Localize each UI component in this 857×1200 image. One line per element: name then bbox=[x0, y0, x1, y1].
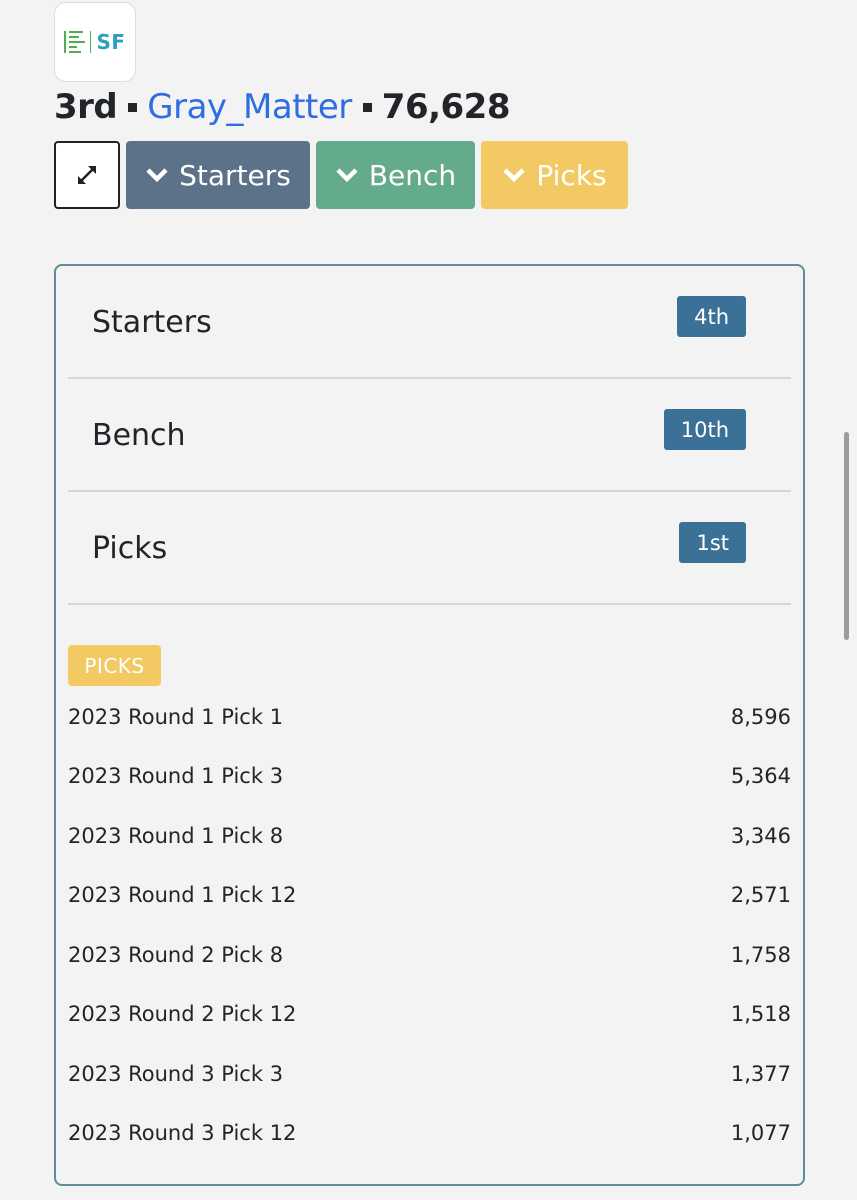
chevron-down-icon bbox=[502, 167, 526, 183]
list-item: 2023 Round 2 Pick 8 1,758 bbox=[68, 925, 791, 985]
picks-list: 2023 Round 1 Pick 1 8,596 2023 Round 1 P… bbox=[68, 687, 791, 1163]
pick-name: 2023 Round 2 Pick 8 bbox=[68, 942, 284, 967]
picks-button-label: Picks bbox=[536, 158, 607, 192]
category-label: Picks bbox=[92, 531, 168, 566]
pick-name: 2023 Round 2 Pick 12 bbox=[68, 1002, 297, 1027]
bench-toggle-button[interactable]: Bench bbox=[316, 141, 475, 209]
category-label: Starters bbox=[92, 305, 212, 340]
starters-button-label: Starters bbox=[179, 158, 291, 192]
rank-badge: 4th bbox=[677, 296, 746, 337]
pick-value: 1,758 bbox=[730, 942, 791, 967]
pick-value: 1,077 bbox=[730, 1121, 791, 1146]
picks-toggle-button[interactable]: Picks bbox=[481, 141, 628, 209]
team-total-value: 76,628 bbox=[381, 87, 511, 127]
team-name-link[interactable]: Gray_Matter bbox=[147, 87, 352, 127]
picks-section-tag: PICKS bbox=[68, 645, 161, 686]
starters-toggle-button[interactable]: Starters bbox=[126, 141, 310, 209]
separator-square bbox=[362, 102, 372, 112]
expand-button[interactable] bbox=[54, 141, 120, 209]
pick-name: 2023 Round 1 Pick 1 bbox=[68, 704, 284, 729]
list-item: 2023 Round 1 Pick 3 5,364 bbox=[68, 747, 791, 807]
pick-value: 2,571 bbox=[730, 883, 791, 908]
pick-value: 3,346 bbox=[730, 823, 791, 848]
separator-square bbox=[128, 102, 138, 112]
list-item: 2023 Round 2 Pick 12 1,518 bbox=[68, 985, 791, 1045]
list-item: 2023 Round 3 Pick 12 1,077 bbox=[68, 1104, 791, 1164]
pick-name: 2023 Round 3 Pick 12 bbox=[68, 1121, 297, 1146]
list-item: 2023 Round 3 Pick 3 1,377 bbox=[68, 1044, 791, 1104]
toolbar: Starters Bench Picks bbox=[54, 141, 628, 209]
team-breakdown-card: Starters 4th Bench 10th Picks 1st PICKS … bbox=[54, 264, 805, 1186]
pick-name: 2023 Round 3 Pick 3 bbox=[68, 1061, 284, 1086]
logo-text: SF bbox=[96, 30, 126, 54]
rank-badge: 1st bbox=[679, 522, 746, 563]
pick-name: 2023 Round 1 Pick 3 bbox=[68, 764, 284, 789]
page-scrollbar[interactable] bbox=[844, 432, 849, 640]
pick-value: 1,377 bbox=[730, 1061, 791, 1086]
chevron-down-icon bbox=[145, 167, 169, 183]
bench-button-label: Bench bbox=[368, 158, 457, 192]
rank-badge: 10th bbox=[663, 409, 746, 450]
bars-icon bbox=[64, 31, 86, 53]
category-row-bench[interactable]: Bench 10th bbox=[68, 379, 791, 492]
expand-arrows-icon bbox=[78, 166, 96, 184]
team-rank: 3rd bbox=[54, 87, 118, 127]
chevron-down-icon bbox=[335, 167, 359, 183]
list-item: 2023 Round 1 Pick 1 8,596 bbox=[68, 687, 791, 747]
category-row-picks[interactable]: Picks 1st bbox=[68, 492, 791, 605]
site-logo[interactable]: SF bbox=[54, 2, 136, 82]
category-row-starters[interactable]: Starters 4th bbox=[68, 266, 791, 379]
category-label: Bench bbox=[92, 418, 186, 453]
pick-value: 1,518 bbox=[730, 1002, 791, 1027]
pick-name: 2023 Round 1 Pick 8 bbox=[68, 823, 284, 848]
pick-value: 5,364 bbox=[730, 764, 791, 789]
list-item: 2023 Round 1 Pick 12 2,571 bbox=[68, 866, 791, 926]
list-item: 2023 Round 1 Pick 8 3,346 bbox=[68, 806, 791, 866]
team-heading: 3rd Gray_Matter 76,628 bbox=[54, 84, 510, 130]
pick-value: 8,596 bbox=[730, 704, 791, 729]
pick-name: 2023 Round 1 Pick 12 bbox=[68, 883, 297, 908]
